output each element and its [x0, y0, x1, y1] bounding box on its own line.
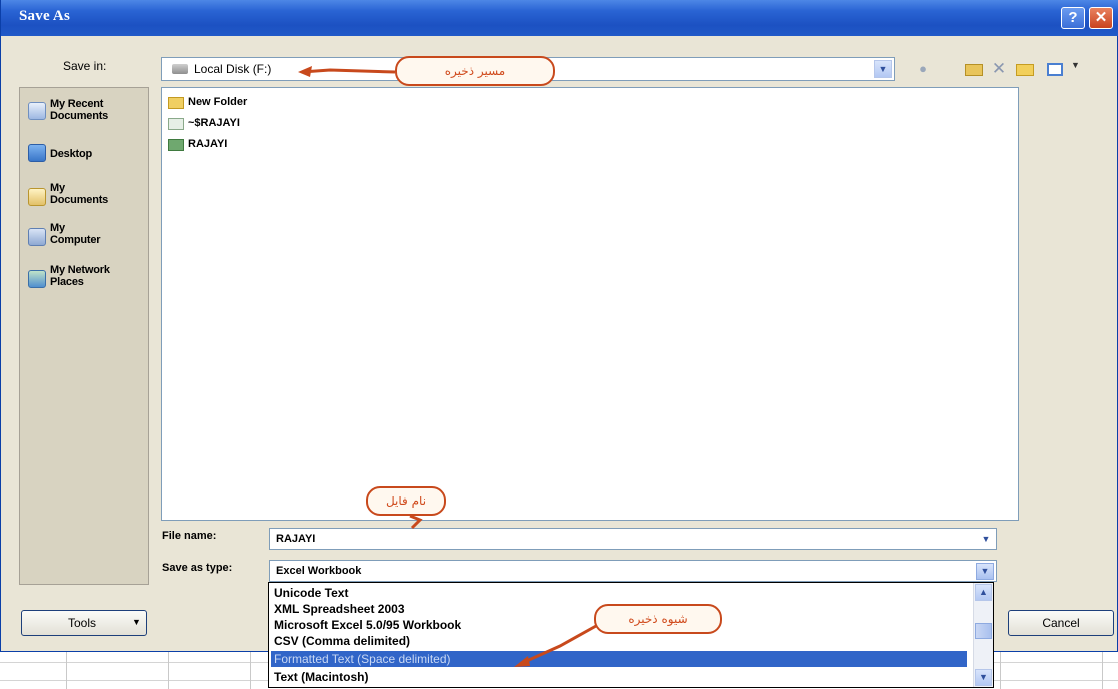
title-bar[interactable]: Save As ? ✕ — [1, 0, 1118, 36]
save-as-dialog: Save As ? ✕ Save in: Local Disk (F:) ▼ ●… — [0, 0, 1118, 652]
my-documents-icon — [28, 188, 46, 206]
save-type-select[interactable]: Excel Workbook ▼ — [269, 560, 997, 582]
place-label: My Documents — [50, 182, 109, 206]
place-label: My Recent Documents — [50, 98, 109, 122]
annotation-filename-callout: نام فایل — [366, 486, 446, 516]
chevron-down-icon[interactable]: ▼ — [978, 531, 994, 547]
scroll-up-icon[interactable]: ▲ — [975, 584, 992, 601]
cancel-button[interactable]: Cancel — [1008, 610, 1114, 636]
folder-icon — [168, 97, 184, 109]
file-name: ~$RAJAYI — [188, 117, 240, 129]
back-icon[interactable]: ● — [913, 60, 933, 78]
file-name: RAJAYI — [188, 138, 228, 150]
file-list[interactable]: New Folder ~$RAJAYI RAJAYI — [161, 87, 1019, 521]
scrollbar[interactable]: ▲ ▼ — [973, 583, 993, 687]
grid-line — [250, 650, 251, 689]
excel-file-icon — [168, 139, 184, 151]
views-chevron-down-icon[interactable]: ▼ — [1071, 60, 1080, 70]
help-button[interactable]: ? — [1061, 7, 1085, 29]
chevron-down-icon: ▼ — [132, 617, 141, 627]
file-name-input[interactable]: RAJAYI ▼ — [269, 528, 997, 550]
excel-temp-icon — [168, 118, 184, 130]
save-type-value: Excel Workbook — [276, 565, 362, 577]
views-icon[interactable] — [1045, 60, 1069, 78]
save-type-dropdown-list[interactable]: Unicode Text XML Spreadsheet 2003 Micros… — [268, 582, 994, 688]
close-icon: ✕ — [1094, 9, 1108, 26]
new-folder-icon[interactable] — [1015, 60, 1035, 78]
places-bar: My Recent Documents Desktop My Documents M… — [19, 87, 149, 585]
file-name-label: File name: — [162, 530, 217, 542]
file-name: New Folder — [188, 96, 248, 108]
place-label: My Computer — [50, 222, 101, 246]
delete-icon[interactable]: ✕ — [989, 60, 1009, 78]
chevron-down-icon[interactable]: ▼ — [874, 60, 892, 78]
up-folder-icon[interactable] — [963, 60, 985, 78]
network-places-icon — [28, 270, 46, 288]
save-type-label: Save as type: — [162, 562, 233, 574]
scroll-down-icon[interactable]: ▼ — [975, 669, 992, 686]
grid-line — [168, 650, 169, 689]
tools-button[interactable]: Tools ▼ — [21, 610, 147, 636]
grid-line — [1000, 650, 1001, 689]
annotation-type-callout: شیوه ذخیره — [594, 604, 722, 634]
annotation-path-callout: مسیر ذخیره — [395, 56, 555, 86]
dropdown-option[interactable]: CSV (Comma delimited) — [271, 633, 967, 649]
tools-label: Tools — [68, 616, 97, 630]
scroll-thumb[interactable] — [975, 623, 992, 639]
save-in-label: Save in: — [63, 59, 107, 73]
desktop-icon — [28, 144, 46, 162]
save-in-value: Local Disk (F:) — [194, 62, 272, 76]
grid-line — [66, 650, 67, 689]
chevron-down-icon[interactable]: ▼ — [976, 563, 994, 580]
dialog-title: Save As — [19, 8, 70, 24]
screen: Save As ? ✕ Save in: Local Disk (F:) ▼ ●… — [0, 0, 1118, 689]
drive-icon — [172, 64, 188, 74]
help-icon: ? — [1068, 9, 1078, 26]
place-label: My Network Places — [50, 264, 110, 288]
recent-documents-icon — [28, 102, 46, 120]
dropdown-option[interactable]: Text (Macintosh) — [271, 669, 967, 685]
dropdown-option[interactable]: Unicode Text — [271, 585, 967, 601]
dropdown-option-selected[interactable]: Formatted Text (Space delimited) — [271, 651, 967, 667]
my-computer-icon — [28, 228, 46, 246]
place-label: Desktop — [50, 148, 92, 160]
grid-line — [1102, 650, 1103, 689]
file-name-value: RAJAYI — [276, 533, 316, 545]
cancel-label: Cancel — [1042, 616, 1080, 630]
close-button[interactable]: ✕ — [1089, 7, 1113, 29]
